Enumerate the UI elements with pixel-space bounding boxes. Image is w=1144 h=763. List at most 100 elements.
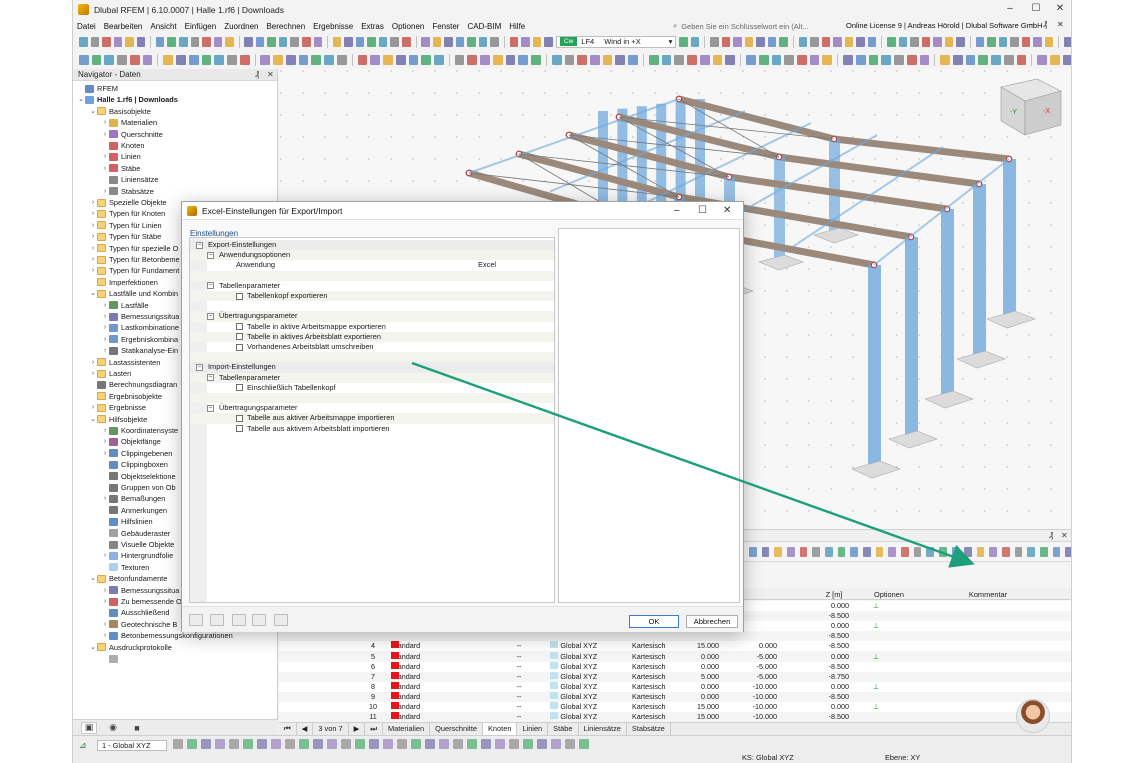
toolbar-tool-icon[interactable]: [344, 36, 353, 47]
toolbar-tool-icon[interactable]: [1021, 36, 1031, 47]
navigator-item[interactable]: › Typen für Knoten: [89, 208, 165, 219]
toolbar-tool-icon[interactable]: [434, 54, 444, 65]
toolbar-tool-icon[interactable]: [810, 36, 819, 47]
navigator-item[interactable]: › Querschnitte: [101, 129, 163, 140]
navigator-item[interactable]: › Clippingebenen: [101, 448, 173, 459]
toolbar-tool-icon[interactable]: [784, 54, 794, 65]
toolbar-tool-icon[interactable]: [521, 36, 530, 47]
toolbar-tool-icon[interactable]: [313, 36, 323, 47]
toolbar-tool-icon[interactable]: [906, 54, 917, 65]
navigator-item[interactable]: Liniensätze: [101, 174, 158, 185]
status-tool-icon[interactable]: [271, 739, 281, 749]
settings-group[interactable]: – Übertragungsparameter: [190, 403, 554, 413]
navigator-item[interactable]: Anmerkungen: [101, 505, 167, 516]
status-tool-icon[interactable]: [215, 739, 225, 749]
status-tool-icon[interactable]: [537, 739, 547, 749]
toolbar-tool-icon[interactable]: [298, 54, 309, 65]
toolbar-tool-icon[interactable]: [1010, 36, 1019, 47]
table-tool-icon[interactable]: [812, 546, 820, 557]
toolbar-tool-icon[interactable]: [661, 54, 672, 65]
setting-value-select[interactable]: Excel: [478, 260, 496, 270]
toolbar-tool-icon[interactable]: [551, 54, 562, 65]
menu-item[interactable]: Berechnen: [262, 22, 309, 31]
dialog-minimize-button[interactable]: –: [674, 205, 680, 216]
toolbar-tool-icon[interactable]: [467, 54, 478, 65]
toolbar-tool-icon[interactable]: [324, 54, 334, 65]
table-tool-icon[interactable]: [964, 546, 972, 557]
toolbar-tool-icon[interactable]: [176, 54, 186, 65]
toolbar-tool-icon[interactable]: [155, 36, 165, 47]
toolbar-tool-icon[interactable]: [843, 54, 853, 65]
menu-item[interactable]: Extras: [357, 22, 388, 31]
toolbar-tool-icon[interactable]: [725, 54, 736, 65]
toolbar-tool-icon[interactable]: [771, 54, 782, 65]
chevron-right-icon[interactable]: ›: [89, 243, 97, 254]
table-tool-icon[interactable]: [761, 546, 770, 557]
toolbar-tool-icon[interactable]: [421, 54, 431, 65]
table-tool-icon[interactable]: [837, 546, 846, 557]
toolbar-tool-icon[interactable]: [332, 36, 342, 47]
toolbar-tool-icon[interactable]: [357, 54, 368, 65]
sheet-tab[interactable]: Stäbe: [548, 723, 579, 735]
ok-button[interactable]: OK: [629, 615, 679, 628]
pager-nav-icon[interactable]: ◀: [297, 723, 314, 735]
menu-item[interactable]: Hilfe: [505, 22, 529, 31]
navigator-item[interactable]: ⌄ Betonfundamente: [89, 573, 167, 584]
toolbar-tool-icon[interactable]: [102, 36, 111, 47]
collapse-toggle-icon[interactable]: –: [207, 251, 214, 259]
checkbox[interactable]: [236, 292, 243, 300]
toolbar-tool-icon[interactable]: [273, 54, 283, 65]
setting-checkbox-row[interactable]: Tabellenkopf exportieren: [190, 291, 554, 302]
settings-group[interactable]: – Anwendungsoptionen: [190, 250, 554, 261]
setting-checkbox-row[interactable]: Einschließlich Tabellenkopf: [190, 383, 554, 393]
chevron-right-icon[interactable]: ›: [101, 493, 109, 504]
settings-group[interactable]: – Tabellenparameter: [190, 281, 554, 291]
navigator-item[interactable]: › Spezielle Objekte: [89, 197, 167, 208]
navigator-item[interactable]: › Hintergrundfolie: [101, 550, 173, 561]
toolbar-tool-icon[interactable]: [532, 36, 542, 47]
checkbox[interactable]: [236, 425, 243, 433]
toolbar-tool-icon[interactable]: [355, 36, 365, 47]
table-tool-icon[interactable]: [989, 546, 998, 557]
toolbar-tool-icon[interactable]: [855, 54, 866, 65]
toolbar-tool-icon[interactable]: [1064, 36, 1071, 47]
toolbar-tool-icon[interactable]: [544, 36, 553, 47]
status-tool-icon[interactable]: [257, 739, 267, 749]
toolbar-tool-icon[interactable]: [894, 54, 904, 65]
toolbar-tool-icon[interactable]: [125, 36, 134, 47]
chevron-right-icon[interactable]: ›: [89, 357, 97, 368]
status-tool-icon[interactable]: [453, 739, 463, 749]
table-tool-icon[interactable]: [875, 546, 884, 557]
nav-display-tab-icon[interactable]: ◉: [105, 722, 121, 734]
menu-minimize-button[interactable]: –: [1030, 20, 1034, 29]
checkbox[interactable]: [236, 343, 243, 351]
navigator-item[interactable]: Gebäuderaster: [101, 528, 170, 539]
toolbar-tool-icon[interactable]: [531, 54, 541, 65]
toolbar-tool-icon[interactable]: [225, 36, 234, 47]
chevron-right-icon[interactable]: ›: [101, 550, 109, 561]
toolbar-tool-icon[interactable]: [214, 54, 225, 65]
navigator-item[interactable]: › Typen für Fundament: [89, 265, 179, 276]
menu-pin-button[interactable]: ₰: [1043, 20, 1047, 29]
menu-item[interactable]: Zuordnen: [220, 22, 262, 31]
toolbar-tool-icon[interactable]: [746, 54, 756, 65]
toolbar-tool-icon[interactable]: [721, 36, 731, 47]
status-tool-icon[interactable]: [495, 739, 505, 749]
toolbar-tool-icon[interactable]: [699, 54, 710, 65]
table-tool-icon[interactable]: [1002, 546, 1010, 557]
toolbar-tool-icon[interactable]: [260, 54, 271, 65]
navigator-item[interactable]: ⌄ Halle 1.rf6 | Downloads: [77, 94, 178, 105]
toolbar-tool-icon[interactable]: [492, 54, 503, 65]
navigator-item[interactable]: › Typen für Linien: [89, 220, 162, 231]
toolbar-tool-icon[interactable]: [518, 54, 529, 65]
chevron-right-icon[interactable]: ›: [89, 254, 97, 265]
table-row[interactable]: 6 Standard -- 1 - Global XYZ Kartesisch 0.000…: [279, 661, 1071, 672]
table-row[interactable]: 10 Standard -- 1 - Global XYZ Kartesisch 15.0…: [279, 702, 1071, 712]
navigator-item[interactable]: › Bemaßungen: [101, 493, 166, 504]
toolbar-tool-icon[interactable]: [952, 54, 963, 65]
toolbar-tool-icon[interactable]: [744, 36, 754, 47]
chevron-right-icon[interactable]: ›: [101, 334, 109, 345]
toolbar-tool-icon[interactable]: [1003, 54, 1014, 65]
toolbar-tool-icon[interactable]: [267, 36, 276, 47]
status-tool-icon[interactable]: [481, 739, 491, 749]
